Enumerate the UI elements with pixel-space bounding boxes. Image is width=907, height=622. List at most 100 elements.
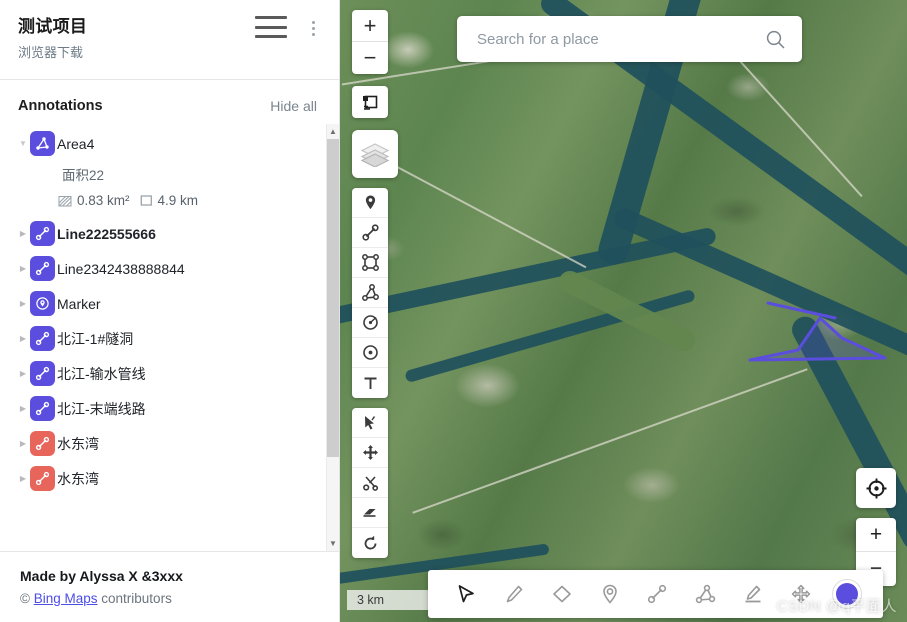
perimeter-square-icon — [140, 195, 152, 206]
line-icon — [30, 466, 55, 491]
annotations-list-wrap: ▼ Area4 面积22 0.83 km² 4.9 km ▶ Line222555666 ▶ L… — [0, 124, 339, 551]
annotation-label: 北江-1#隧洞 — [57, 330, 134, 347]
annotation-label: Area4 — [57, 135, 95, 152]
hamburger-line — [255, 25, 287, 29]
zoom-in-button-bottom[interactable]: + — [856, 518, 896, 552]
rectangle-icon — [361, 254, 379, 271]
area-metric: 0.83 km² — [58, 193, 130, 208]
map-zoom-controls-top[interactable]: + − — [352, 10, 388, 74]
pointer-select-tool[interactable] — [352, 408, 388, 438]
marker-pin-icon — [602, 584, 617, 604]
highlight-underline-tool[interactable] — [736, 577, 770, 611]
chevron-right-icon[interactable]: ▶ — [16, 369, 30, 378]
line-icon — [30, 431, 55, 456]
polygon-tool[interactable] — [352, 278, 388, 308]
annotation-item-9[interactable]: ▶ 水东湾 — [0, 461, 326, 496]
drawing-toolbar[interactable] — [428, 570, 883, 618]
text-tool[interactable] — [352, 368, 388, 398]
eraser-tool[interactable] — [352, 498, 388, 528]
chevron-right-icon[interactable]: ▶ — [16, 439, 30, 448]
eraser-icon — [363, 509, 376, 517]
copyright-symbol: © — [20, 591, 30, 606]
circle-radius-tool[interactable] — [352, 308, 388, 338]
annotation-item-8[interactable]: ▶ 水东湾 — [0, 426, 326, 461]
bing-maps-link[interactable]: Bing Maps — [34, 591, 98, 606]
polygon-icon — [30, 131, 55, 156]
chevron-right-icon[interactable]: ▶ — [16, 334, 30, 343]
layers-glyph — [360, 143, 390, 167]
hamburger-icon[interactable] — [255, 14, 287, 40]
map-canvas[interactable]: + − Search for a place + − 3 km CSDN @q平… — [340, 0, 907, 622]
line-icon — [30, 361, 55, 386]
annotation-item-5[interactable]: ▶ 北江-1#隧洞 — [0, 321, 326, 356]
color-swatch-button[interactable] — [831, 579, 862, 609]
scroll-up-icon[interactable]: ▲ — [327, 124, 340, 139]
polygon-tool[interactable] — [688, 577, 722, 611]
annotation-item-4[interactable]: ▶ Marker — [0, 286, 326, 321]
annotations-heading: Annotations — [18, 98, 103, 114]
sidebar-scrollbar[interactable]: ▲ ▼ — [326, 124, 339, 551]
line-tool[interactable] — [640, 577, 674, 611]
sidebar-footer: Made by Alyssa X &3xxx © Bing Maps contr… — [0, 551, 339, 622]
scrollbar-thumb[interactable] — [326, 139, 339, 457]
marker-pin-tool[interactable] — [593, 577, 627, 611]
chevron-right-icon[interactable]: ▶ — [16, 299, 30, 308]
marker-pin-icon — [30, 291, 55, 316]
cursor-arrow-icon — [458, 585, 474, 603]
pencil-draw-tool[interactable] — [497, 577, 531, 611]
annotation-item-2[interactable]: ▶ Line222555666 — [0, 216, 326, 251]
scissors-icon — [362, 476, 378, 491]
chevron-right-icon[interactable]: ▶ — [16, 474, 30, 483]
zoom-out-button[interactable]: − — [352, 42, 388, 74]
area-value: 0.83 km² — [77, 193, 130, 208]
map-edit-tools[interactable] — [352, 408, 388, 558]
hamburger-line — [255, 35, 287, 38]
cursor-arrow-tool[interactable] — [449, 577, 483, 611]
annotation-item-7[interactable]: ▶ 北江-末端线路 — [0, 391, 326, 426]
zoom-in-button[interactable]: + — [352, 10, 388, 42]
map-draw-tools-primary[interactable] — [352, 188, 388, 398]
line-icon — [361, 224, 379, 241]
point-circle-tool[interactable] — [352, 338, 388, 368]
point-circle-icon — [362, 345, 378, 360]
move-tool[interactable] — [784, 577, 818, 611]
annotation-label: Marker — [57, 295, 101, 312]
line-icon — [30, 256, 55, 281]
eraser-diamond-tool[interactable] — [545, 577, 579, 611]
project-subtitle: 浏览器下载 — [18, 45, 84, 61]
polygon-icon — [361, 284, 379, 301]
move-tool[interactable] — [352, 438, 388, 468]
chevron-right-icon[interactable]: ▶ — [16, 229, 30, 238]
line-icon — [30, 221, 55, 246]
text-icon — [364, 377, 376, 389]
color-swatch — [835, 583, 858, 605]
annotation-item-3[interactable]: ▶ Line2342438888844 — [0, 251, 326, 286]
locate-crosshair-icon[interactable] — [856, 468, 896, 508]
fit-to-screen-icon[interactable] — [352, 86, 388, 118]
length-metric: 4.9 km — [140, 193, 198, 208]
line-tool[interactable] — [352, 218, 388, 248]
layers-stack-icon[interactable] — [352, 130, 398, 178]
scissors-cut-tool[interactable] — [352, 468, 388, 498]
search-input[interactable] — [477, 30, 765, 48]
marker-pin-tool[interactable] — [352, 188, 388, 218]
chevron-right-icon[interactable]: ▶ — [16, 264, 30, 273]
annotation-item-1[interactable]: ▼ Area4 — [0, 126, 326, 161]
highlight-icon — [745, 585, 761, 603]
chevron-right-icon[interactable]: ▶ — [16, 404, 30, 413]
scrollbar-track[interactable] — [326, 139, 339, 536]
annotation-label: 水东湾 — [57, 435, 99, 452]
annotation-metrics: 0.83 km² 4.9 km — [0, 187, 326, 216]
annotation-item-6[interactable]: ▶ 北江-输水管线 — [0, 356, 326, 391]
hide-all-button[interactable]: Hide all — [270, 98, 317, 114]
search-bar[interactable] — [457, 16, 802, 62]
polygon-icon — [696, 584, 716, 604]
annotations-list[interactable]: ▼ Area4 面积22 0.83 km² 4.9 km ▶ Line222555666 ▶ L… — [0, 124, 326, 551]
kebab-menu-icon[interactable] — [303, 16, 323, 40]
rectangle-tool[interactable] — [352, 248, 388, 278]
chevron-down-icon[interactable]: ▼ — [16, 139, 30, 148]
reload-tool[interactable] — [352, 528, 388, 558]
scroll-down-icon[interactable]: ▼ — [327, 536, 340, 551]
search-icon[interactable] — [765, 29, 786, 50]
pointer-select-icon — [364, 416, 375, 430]
